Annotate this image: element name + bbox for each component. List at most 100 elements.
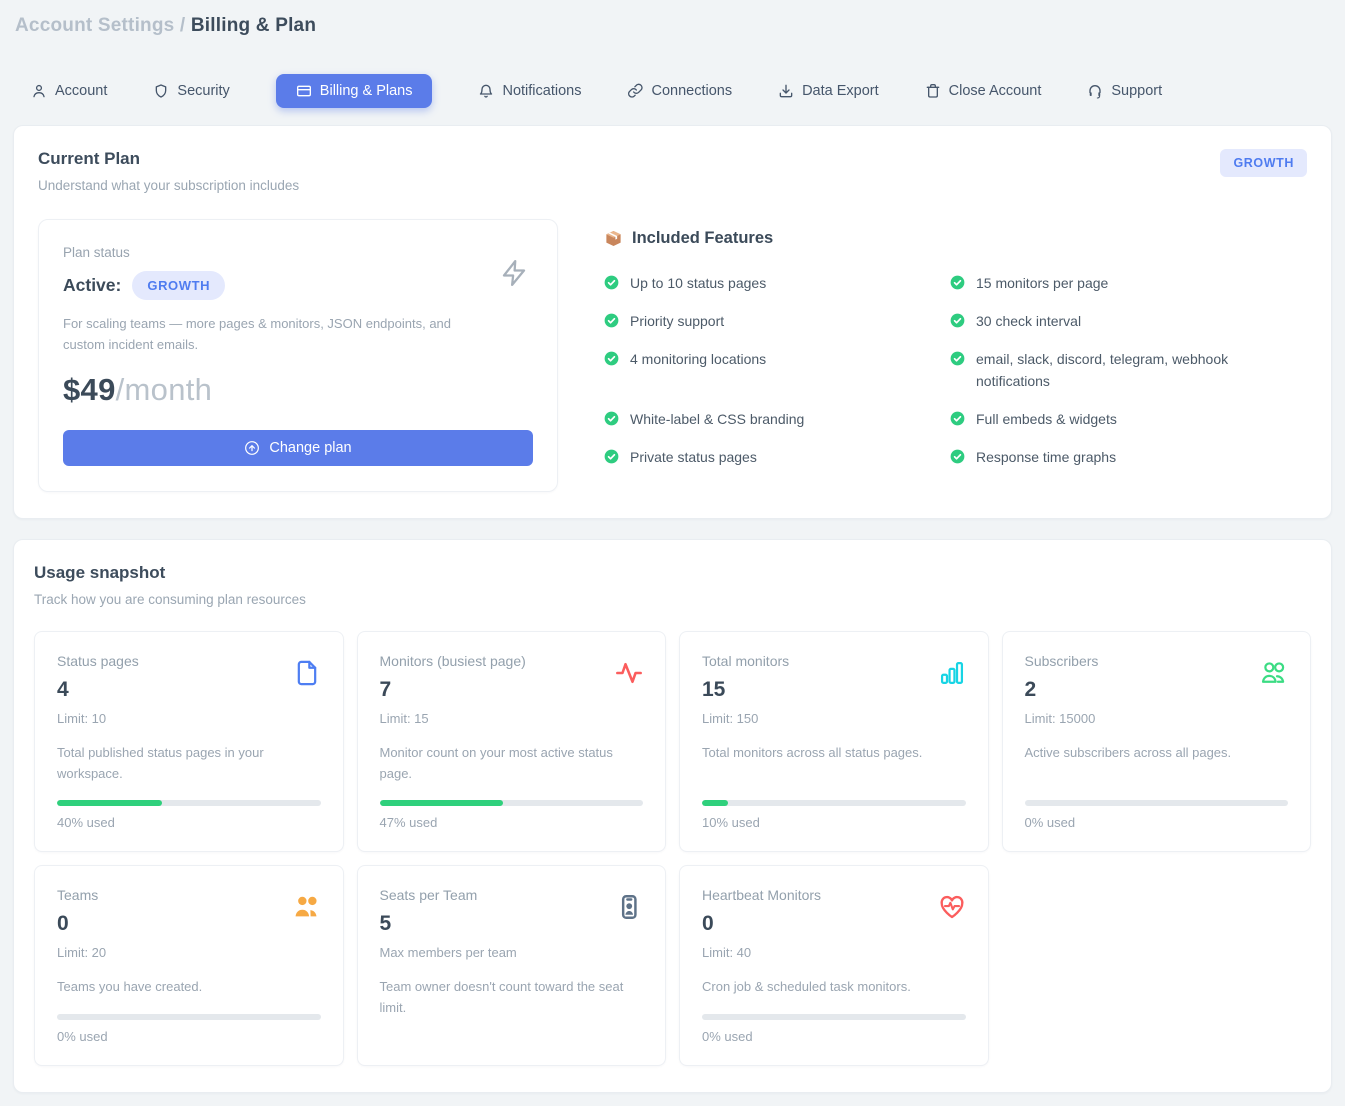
download-icon xyxy=(778,83,794,99)
tab-billing-plans[interactable]: Billing & Plans xyxy=(276,74,433,108)
feature-label: Up to 10 status pages xyxy=(630,272,766,294)
feature-item: Priority support xyxy=(604,310,950,332)
feature-item: Up to 10 status pages xyxy=(604,272,950,294)
stat-label: Subscribers xyxy=(1025,653,1289,669)
progress-bar xyxy=(57,800,321,806)
check-circle-icon xyxy=(604,411,619,426)
check-circle-icon xyxy=(604,275,619,290)
stat-description: Total published status pages in your wor… xyxy=(57,743,321,785)
tab-label: Support xyxy=(1111,83,1162,99)
feature-label: 4 monitoring locations xyxy=(630,348,766,370)
tab-support[interactable]: Support xyxy=(1087,75,1162,107)
credit-card-icon xyxy=(296,83,312,99)
progress-bar xyxy=(702,800,966,806)
check-circle-icon xyxy=(950,449,965,464)
tab-close-account[interactable]: Close Account xyxy=(925,75,1042,107)
tab-data-export[interactable]: Data Export xyxy=(778,75,879,107)
stat-value: 2 xyxy=(1025,678,1289,702)
tab-label: Security xyxy=(177,83,229,99)
stat-description: Teams you have created. xyxy=(57,977,321,998)
package-icon xyxy=(604,229,623,248)
page-title: Billing & Plan xyxy=(191,15,316,36)
stat-label: Heartbeat Monitors xyxy=(702,887,966,903)
check-circle-icon xyxy=(950,275,965,290)
progress-fill xyxy=(380,800,504,806)
tab-label: Close Account xyxy=(949,83,1042,99)
stat-value: 7 xyxy=(380,678,644,702)
stat-description: Monitor count on your most active status… xyxy=(380,743,644,785)
shield-icon xyxy=(153,83,169,99)
stat-description: Cron job & scheduled task monitors. xyxy=(702,977,966,998)
feature-label: Priority support xyxy=(630,310,724,332)
progress-bar xyxy=(702,1014,966,1020)
check-circle-icon xyxy=(950,351,965,366)
current-plan-card: Current Plan Understand what your subscr… xyxy=(13,125,1332,519)
usage-title: Usage snapshot xyxy=(34,563,1311,583)
check-circle-icon xyxy=(604,449,619,464)
tab-connections[interactable]: Connections xyxy=(627,75,732,107)
tab-security[interactable]: Security xyxy=(153,75,229,107)
percent-used-label: 10% used xyxy=(702,815,966,830)
stat-limit: Limit: 15000 xyxy=(1025,711,1289,726)
stat-value: 5 xyxy=(380,912,644,936)
plan-status-badge: GROWTH xyxy=(132,271,225,300)
pulse-icon xyxy=(615,659,643,687)
feature-item: Private status pages xyxy=(604,446,950,468)
usage-stat-card-total-monitors: Total monitors15Limit: 150Total monitors… xyxy=(679,631,989,853)
change-plan-label: Change plan xyxy=(269,440,351,456)
stat-limit: Limit: 40 xyxy=(702,945,966,960)
check-circle-icon xyxy=(950,313,965,328)
usage-stat-card-monitors-busiest-page: Monitors (busiest page)7Limit: 15Monitor… xyxy=(357,631,667,853)
progress-bar xyxy=(1025,800,1289,806)
tab-notifications[interactable]: Notifications xyxy=(478,75,581,107)
current-plan-title: Current Plan xyxy=(38,149,299,169)
stat-value: 0 xyxy=(702,912,966,936)
feature-item: 4 monitoring locations xyxy=(604,348,950,392)
users-filled-icon xyxy=(293,893,321,921)
stat-value: 15 xyxy=(702,678,966,702)
feature-item: Full embeds & widgets xyxy=(950,408,1307,430)
file-icon xyxy=(293,659,321,687)
id-badge-icon xyxy=(615,893,643,921)
bell-icon xyxy=(478,83,494,99)
stat-limit: Limit: 20 xyxy=(57,945,321,960)
tab-label: Notifications xyxy=(502,83,581,99)
stat-description: Total monitors across all status pages. xyxy=(702,743,966,764)
feature-label: email, slack, discord, telegram, webhook… xyxy=(976,348,1267,392)
feature-item: 30 check interval xyxy=(950,310,1307,332)
progress-bar xyxy=(57,1014,321,1020)
usage-snapshot-card: Usage snapshot Track how you are consumi… xyxy=(13,539,1332,1093)
usage-subtitle: Track how you are consuming plan resourc… xyxy=(34,592,1311,607)
tab-account[interactable]: Account xyxy=(31,75,107,107)
usage-stat-card-teams: Teams0Limit: 20Teams you have created.0%… xyxy=(34,865,344,1066)
stat-limit: Max members per team xyxy=(380,945,644,960)
feature-label: White-label & CSS branding xyxy=(630,408,804,430)
current-plan-subtitle: Understand what your subscription includ… xyxy=(38,178,299,193)
feature-label: Response time graphs xyxy=(976,446,1116,468)
plan-description: For scaling teams — more pages & monitor… xyxy=(63,313,493,356)
usage-stat-card-heartbeat-monitors: Heartbeat Monitors 0 Limit: 40 Cron job & s… xyxy=(679,865,989,1066)
stat-limit: Limit: 10 xyxy=(57,711,321,726)
change-plan-button[interactable]: Change plan xyxy=(63,430,533,466)
arrow-up-circle-icon xyxy=(244,440,260,456)
lightning-icon xyxy=(499,256,529,295)
tab-label: Billing & Plans xyxy=(320,83,413,99)
progress-bar xyxy=(380,800,644,806)
check-circle-icon xyxy=(950,411,965,426)
usage-stat-card-status-pages: Status pages4Limit: 10Total published st… xyxy=(34,631,344,853)
percent-used-label: 47% used xyxy=(380,815,644,830)
plan-status-card: Plan status Active: GROWTH For scaling t… xyxy=(38,219,558,492)
feature-item: 15 monitors per page xyxy=(950,272,1307,294)
percent-used-label: 0% used xyxy=(57,1029,321,1044)
usage-stat-card-seats-per-team: Seats per Team5Max members per teamTeam … xyxy=(357,865,667,1066)
feature-label: 30 check interval xyxy=(976,310,1081,332)
percent-used-label: 40% used xyxy=(57,815,321,830)
feature-item: email, slack, discord, telegram, webhook… xyxy=(950,348,1307,392)
stat-label: Teams xyxy=(57,887,321,903)
percent-used-label: 0% used xyxy=(1025,815,1289,830)
price-amount: $49 xyxy=(63,372,116,407)
stat-value: 4 xyxy=(57,678,321,702)
trash-icon xyxy=(925,83,941,99)
stat-description: Active subscribers across all pages. xyxy=(1025,743,1289,764)
heart-pulse-icon xyxy=(938,893,966,921)
